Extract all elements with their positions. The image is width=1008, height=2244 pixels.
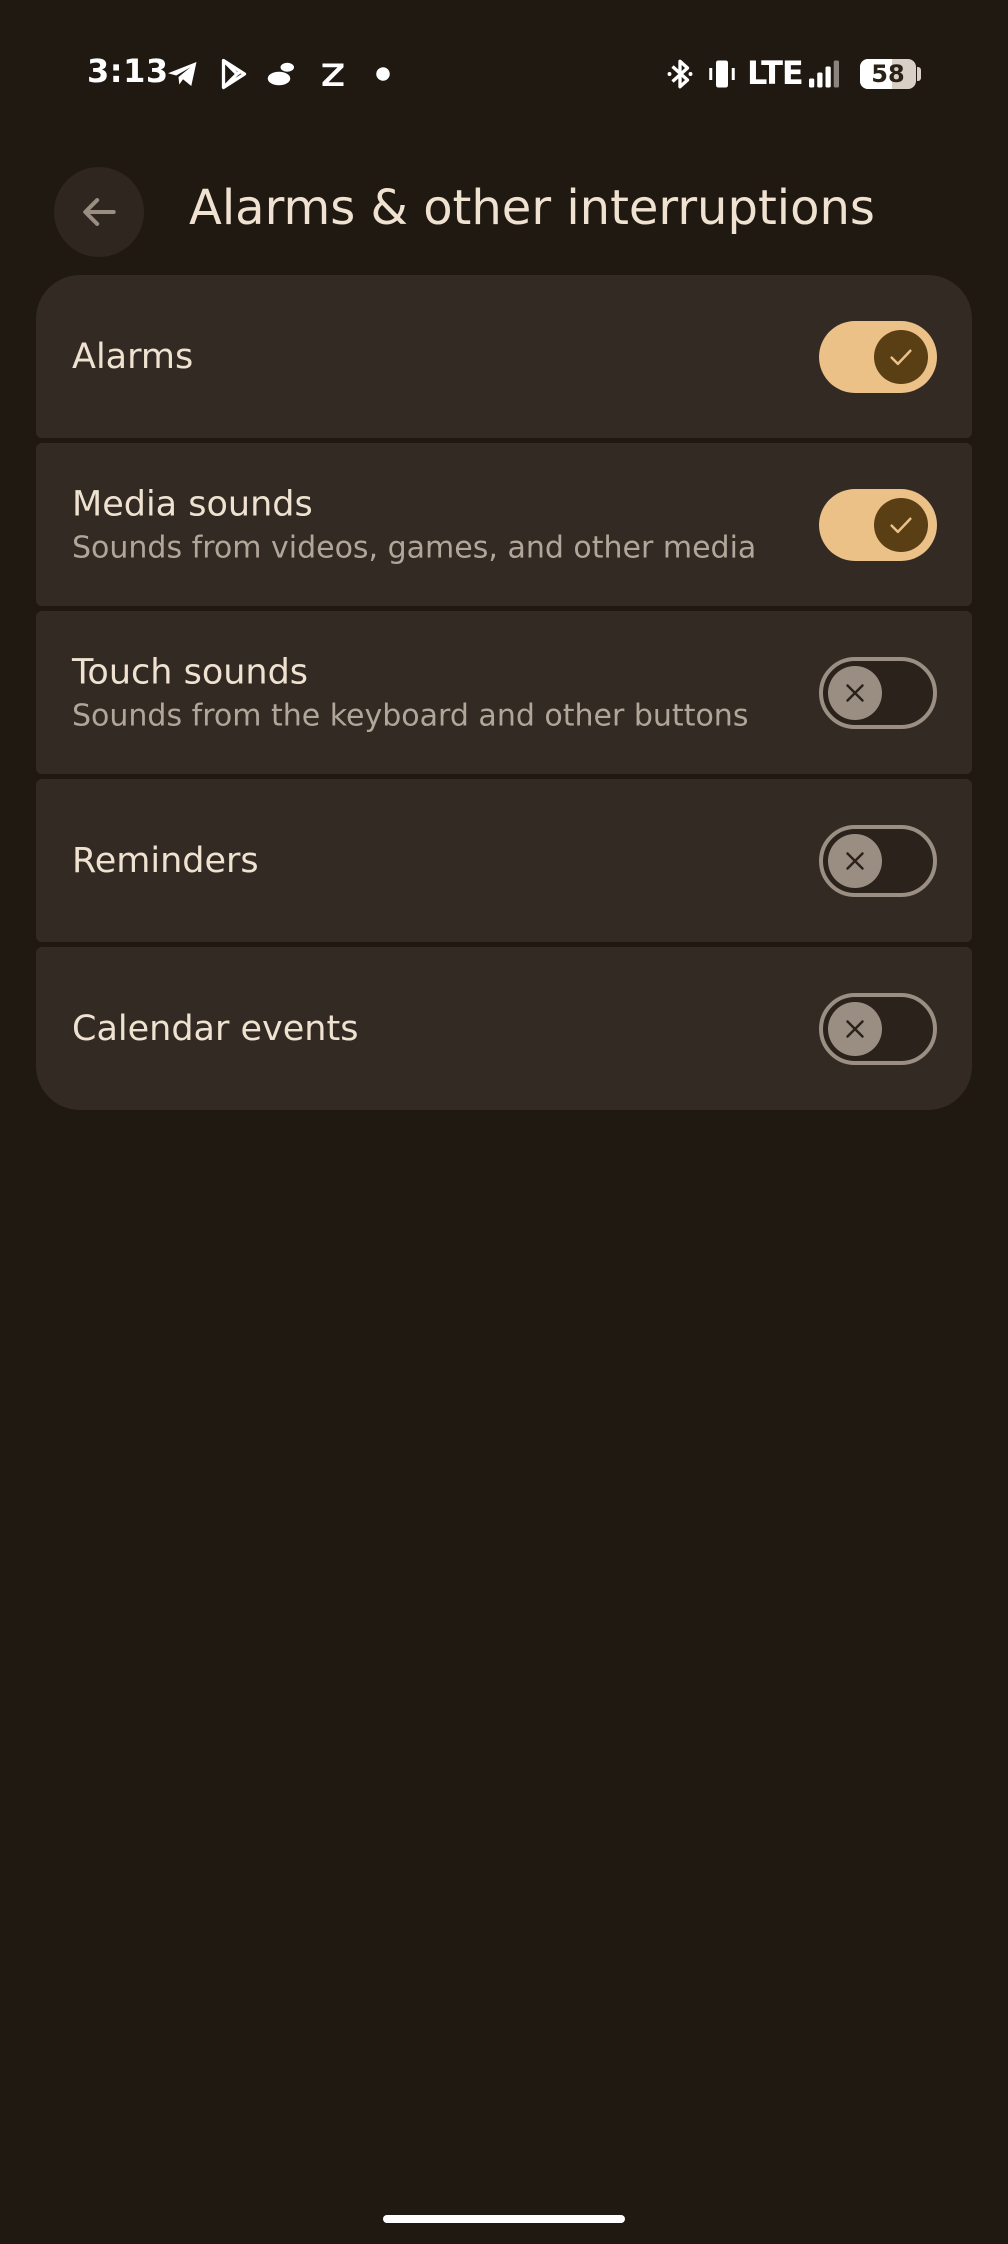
lte-icon: LTE — [747, 54, 804, 92]
telegram-icon — [168, 62, 197, 86]
row-text: Reminders — [72, 841, 792, 881]
touch-sounds-switch[interactable] — [819, 656, 937, 729]
status-bar: 3:13 LTE 58 — [0, 0, 1008, 150]
media-sounds-switch[interactable] — [819, 488, 937, 561]
close-icon — [846, 851, 864, 870]
battery-percent: 58 — [871, 60, 905, 88]
calendar-events-switch[interactable] — [819, 992, 937, 1065]
cloud-app-icon — [267, 62, 294, 86]
page-title: Alarms & other interruptions — [189, 180, 875, 236]
setting-title: Reminders — [72, 840, 259, 881]
setting-row-media-sounds[interactable]: Media sounds Sounds from videos, games, … — [36, 443, 972, 606]
signal-icon — [809, 60, 839, 88]
setting-row-alarms[interactable]: Alarms — [36, 275, 972, 438]
close-icon — [846, 1019, 864, 1038]
setting-subtitle: Sounds from videos, games, and other med… — [72, 530, 757, 565]
switch-thumb — [828, 1001, 882, 1056]
back-button[interactable] — [54, 167, 144, 257]
gesture-handle[interactable] — [383, 2215, 625, 2223]
settings-list: Alarms Media sounds Sounds from videos, … — [36, 275, 972, 1110]
row-text: Alarms — [72, 337, 792, 377]
notification-dot-icon — [376, 67, 390, 81]
switch-thumb — [828, 833, 882, 888]
play-store-icon — [221, 58, 247, 90]
setting-title: Touch sounds — [72, 652, 309, 692]
setting-row-reminders[interactable]: Reminders — [36, 779, 972, 942]
z-app-icon — [322, 63, 344, 86]
battery-nub — [917, 67, 921, 81]
row-text: Media sounds Sounds from videos, games, … — [72, 484, 792, 565]
arrow-back-icon — [83, 198, 116, 226]
reminders-switch[interactable] — [819, 824, 937, 897]
check-icon — [890, 517, 912, 533]
row-text: Calendar events — [72, 1009, 792, 1049]
switch-thumb — [874, 497, 928, 552]
vibrate-icon — [709, 60, 735, 88]
setting-title: Media sounds — [72, 484, 313, 524]
setting-subtitle: Sounds from the keyboard and other butto… — [72, 698, 749, 733]
bluetooth-icon — [667, 59, 693, 89]
alarms-switch[interactable] — [819, 320, 937, 393]
switch-thumb — [828, 665, 882, 720]
battery-icon: 58 — [860, 59, 916, 89]
check-icon — [890, 349, 912, 365]
row-text: Touch sounds Sounds from the keyboard an… — [72, 652, 792, 733]
close-icon — [846, 683, 864, 702]
setting-row-calendar-events[interactable]: Calendar events — [36, 947, 972, 1110]
setting-title: Alarms — [72, 336, 194, 377]
switch-thumb — [874, 329, 928, 384]
status-time: 3:13 — [87, 52, 169, 90]
setting-row-touch-sounds[interactable]: Touch sounds Sounds from the keyboard an… — [36, 611, 972, 774]
setting-title: Calendar events — [72, 1008, 359, 1049]
